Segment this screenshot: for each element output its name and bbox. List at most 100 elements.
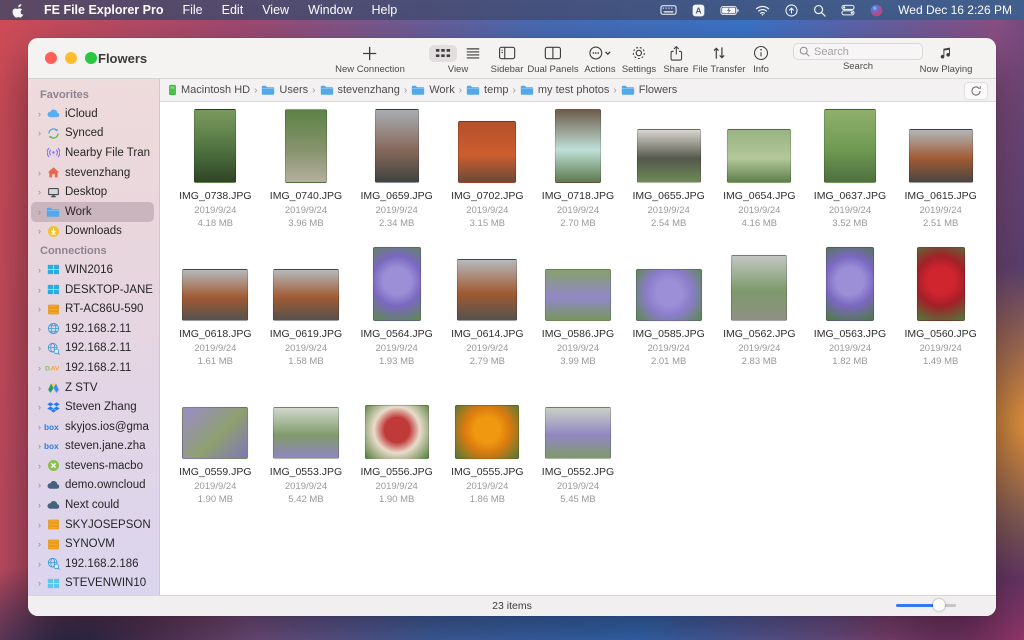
zoom-button[interactable]	[85, 52, 97, 64]
chevron-right-icon[interactable]: ›	[35, 187, 44, 197]
menu-view[interactable]: View	[262, 3, 289, 17]
sidebar-item-next-could[interactable]: ›Next could	[31, 495, 154, 515]
sidebar-item-steven-jane-zha[interactable]: ›boxsteven.jane.zha	[31, 437, 154, 457]
file-item[interactable]: IMG_0619.JPG 2019/9/24 1.58 MB	[261, 244, 352, 382]
chevron-right-icon[interactable]: ›	[35, 265, 44, 275]
chevron-right-icon[interactable]: ›	[35, 363, 44, 373]
siri-icon[interactable]	[870, 4, 883, 17]
sidebar-item-192-168-2-11[interactable]: ›DAV192.168.2.11	[31, 358, 154, 378]
chevron-right-icon[interactable]: ›	[35, 324, 44, 334]
apple-menu-icon[interactable]	[12, 3, 25, 18]
chevron-right-icon[interactable]: ›	[35, 578, 44, 588]
search-input[interactable]: Search	[793, 43, 923, 60]
chevron-right-icon[interactable]: ›	[35, 520, 44, 530]
chevron-right-icon[interactable]: ›	[35, 343, 44, 353]
list-view-icon[interactable]	[459, 45, 487, 62]
file-item[interactable]: IMG_0618.JPG 2019/9/24 1.61 MB	[170, 244, 261, 382]
share-button[interactable]: Share	[663, 43, 688, 75]
chevron-right-icon[interactable]: ›	[35, 285, 44, 295]
menu-file[interactable]: File	[182, 3, 202, 17]
file-item[interactable]: IMG_0654.JPG 2019/9/24 4.16 MB	[714, 106, 805, 244]
new-connection-button[interactable]: New Connection	[335, 43, 405, 75]
sidebar-item-steven-zhang[interactable]: ›Steven Zhang	[31, 397, 154, 417]
breadcrumb-item[interactable]: Users	[261, 84, 308, 96]
sidebar-item-stevens-macbo[interactable]: ›stevens-macbo	[31, 456, 154, 476]
breadcrumb-item[interactable]: Macintosh HD	[168, 84, 250, 96]
sidebar-item-icloud[interactable]: ›iCloud	[31, 104, 154, 124]
spotlight-icon[interactable]	[813, 4, 826, 17]
chevron-right-icon[interactable]: ›	[35, 461, 44, 471]
file-item[interactable]: IMG_0718.JPG 2019/9/24 2.70 MB	[533, 106, 624, 244]
zoom-slider-knob[interactable]	[933, 599, 945, 611]
file-item[interactable]: IMG_0564.JPG 2019/9/24 1.93 MB	[351, 244, 442, 382]
sidebar-item-win2016[interactable]: ›WIN2016	[31, 260, 154, 280]
menubar-clock[interactable]: Wed Dec 16 2:26 PM	[898, 3, 1012, 17]
chevron-right-icon[interactable]: ›	[35, 402, 44, 412]
actions-button[interactable]: Actions	[584, 43, 615, 75]
file-item[interactable]: IMG_0614.JPG 2019/9/24 2.79 MB	[442, 244, 533, 382]
sidebar-item-skyjos-ios-gma[interactable]: ›boxskyjos.ios@gma	[31, 417, 154, 437]
file-item[interactable]: IMG_0562.JPG 2019/9/24 2.83 MB	[714, 244, 805, 382]
sidebar-item-z-stv[interactable]: ›Z STV	[31, 378, 154, 398]
info-button[interactable]: Info	[753, 43, 769, 75]
chevron-right-icon[interactable]: ›	[35, 383, 44, 393]
now-playing-button[interactable]: Now Playing	[920, 43, 973, 75]
wifi-icon[interactable]	[755, 5, 770, 16]
file-item[interactable]: IMG_0560.JPG 2019/9/24 1.49 MB	[895, 244, 986, 382]
input-source-icon[interactable]: A	[692, 4, 705, 17]
control-center-icon[interactable]	[841, 4, 855, 16]
menu-window[interactable]: Window	[308, 3, 352, 17]
sidebar-item-192-168-2-186[interactable]: ›192.168.2.186	[31, 554, 154, 574]
chevron-right-icon[interactable]: ›	[35, 304, 44, 314]
sidebar-item-demo-owncloud[interactable]: ›demo.owncloud	[31, 476, 154, 496]
file-item[interactable]: IMG_0659.JPG 2019/9/24 2.34 MB	[351, 106, 442, 244]
file-item[interactable]: IMG_0563.JPG 2019/9/24 1.82 MB	[805, 244, 896, 382]
minimize-button[interactable]	[65, 52, 77, 64]
chevron-right-icon[interactable]: ›	[35, 422, 44, 432]
file-item[interactable]: IMG_0552.JPG 2019/9/24 5.45 MB	[533, 382, 624, 520]
chevron-right-icon[interactable]: ›	[35, 559, 44, 569]
file-item[interactable]: IMG_0637.JPG 2019/9/24 3.52 MB	[805, 106, 896, 244]
sidebar-item-skyjosepson[interactable]: ›SKYJOSEPSON	[31, 515, 154, 535]
file-transfer-button[interactable]: File Transfer	[693, 43, 746, 75]
zoom-slider[interactable]	[896, 604, 956, 607]
chevron-right-icon[interactable]: ›	[35, 207, 44, 217]
sidebar-item-192-168-2-11[interactable]: ›192.168.2.11	[31, 339, 154, 359]
menu-help[interactable]: Help	[372, 3, 398, 17]
breadcrumb-item[interactable]: stevenzhang	[320, 84, 400, 96]
file-item[interactable]: IMG_0702.JPG 2019/9/24 3.15 MB	[442, 106, 533, 244]
menubar-app-name[interactable]: FE File Explorer Pro	[44, 3, 163, 17]
sidebar-item-desktop-jane[interactable]: ›DESKTOP-JANE	[31, 280, 154, 300]
keyboard-icon[interactable]	[660, 4, 677, 16]
chevron-right-icon[interactable]: ›	[35, 168, 44, 178]
chevron-right-icon[interactable]: ›	[35, 539, 44, 549]
breadcrumb-item[interactable]: my test photos	[520, 84, 610, 96]
sidebar-item-downloads[interactable]: ›Downloads	[31, 222, 154, 242]
file-item[interactable]: IMG_0556.JPG 2019/9/24 1.90 MB	[351, 382, 442, 520]
grid-view-icon[interactable]	[429, 45, 457, 62]
update-icon[interactable]	[785, 4, 798, 17]
sidebar-item-stevenwin10[interactable]: ›STEVENWIN10	[31, 574, 154, 594]
file-item[interactable]: IMG_0555.JPG 2019/9/24 1.86 MB	[442, 382, 533, 520]
breadcrumb-item[interactable]: Flowers	[621, 84, 678, 96]
file-item[interactable]: IMG_0586.JPG 2019/9/24 3.99 MB	[533, 244, 624, 382]
sidebar-item-synced[interactable]: ›Synced	[31, 124, 154, 144]
chevron-right-icon[interactable]: ›	[35, 128, 44, 138]
sidebar-item-rt-ac86u-590[interactable]: ›RT-AC86U-590	[31, 299, 154, 319]
sidebar-item-nearby-file-tran[interactable]: Nearby File Tran	[31, 143, 154, 163]
file-item[interactable]: IMG_0559.JPG 2019/9/24 1.90 MB	[170, 382, 261, 520]
dual-panels-button[interactable]: Dual Panels	[527, 43, 578, 75]
menu-edit[interactable]: Edit	[222, 3, 244, 17]
file-item[interactable]: IMG_0615.JPG 2019/9/24 2.51 MB	[895, 106, 986, 244]
sidebar-item-stevenzhang[interactable]: ›stevenzhang	[31, 163, 154, 183]
breadcrumb-item[interactable]: Work	[411, 84, 454, 96]
chevron-right-icon[interactable]: ›	[35, 109, 44, 119]
battery-icon[interactable]	[720, 5, 740, 16]
sidebar-item-synovm[interactable]: ›SYNOVM	[31, 534, 154, 554]
close-button[interactable]	[45, 52, 57, 64]
file-item[interactable]: IMG_0655.JPG 2019/9/24 2.54 MB	[623, 106, 714, 244]
view-switcher[interactable]: View	[429, 43, 487, 75]
sidebar-toggle-button[interactable]: Sidebar	[491, 43, 524, 75]
file-item[interactable]: IMG_0740.JPG 2019/9/24 3.96 MB	[261, 106, 352, 244]
file-item[interactable]: IMG_0553.JPG 2019/9/24 5.42 MB	[261, 382, 352, 520]
